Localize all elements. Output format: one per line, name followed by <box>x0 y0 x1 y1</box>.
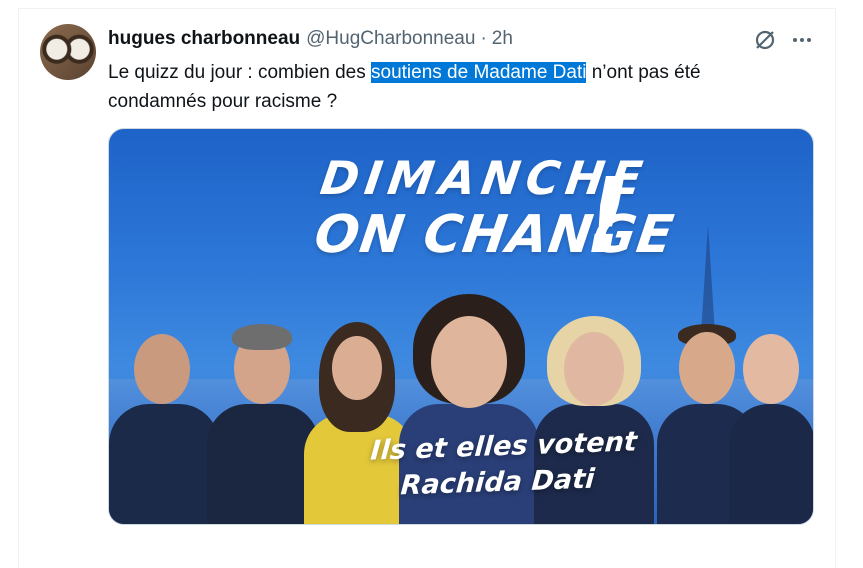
header-separator: · <box>480 28 487 49</box>
grok-icon[interactable] <box>752 27 778 53</box>
tweet-header: hugues charbonneau @HugCharbonneau · 2h <box>108 28 513 50</box>
tweet-text: Le quizz du jour : combien des soutiens … <box>108 58 788 116</box>
tweet-media-image[interactable]: DIMANCHE ON CHANGE ! Ils et elles votent… <box>108 128 814 525</box>
more-icon[interactable] <box>789 27 815 53</box>
person-1 <box>109 294 219 524</box>
tweet-text-start: Le quizz du jour : combien des <box>108 62 371 83</box>
selected-text: soutiens de Madame Dati <box>371 62 587 83</box>
headline-exclamation: ! <box>584 155 632 277</box>
author-handle[interactable]: @HugCharbonneau <box>306 28 475 50</box>
tweet-time[interactable]: 2h <box>492 28 513 50</box>
person-7 <box>729 304 813 524</box>
author-avatar[interactable] <box>40 24 96 80</box>
author-name[interactable]: hugues charbonneau <box>108 28 300 50</box>
